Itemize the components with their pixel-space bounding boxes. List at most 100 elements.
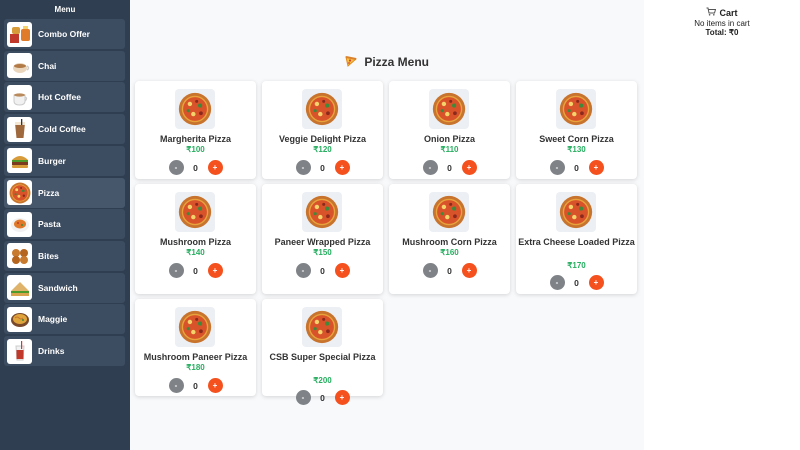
pizza-image <box>429 192 469 232</box>
cart-total: Total: ₹0 <box>705 28 739 37</box>
maggie-icon <box>7 306 32 332</box>
decrease-quantity-button[interactable]: - <box>168 160 184 175</box>
decrease-quantity-button[interactable]: - <box>295 160 311 175</box>
hot-coffee-icon <box>7 84 32 110</box>
product-card: Extra Cheese Loaded Pizza ₹170-0 + <box>516 184 637 294</box>
quantity-stepper: -0 + <box>389 160 510 175</box>
product-price: ₹180 <box>186 363 205 372</box>
chai-icon <box>7 53 32 79</box>
cold-coffee-icon <box>7 116 32 142</box>
product-price: ₹120 <box>313 145 332 154</box>
quantity-count: 0 <box>574 162 579 173</box>
product-card: Onion Pizza ₹110-0 + <box>389 81 510 179</box>
quantity-count: 0 <box>574 277 579 288</box>
decrease-quantity-button[interactable]: - <box>422 160 438 175</box>
sidebar-item-pizza[interactable]: Pizza <box>4 177 125 208</box>
sidebar-item-label: Drinks <box>38 346 65 356</box>
decrease-quantity-button[interactable]: - <box>422 263 438 278</box>
increase-quantity-button[interactable]: + <box>461 263 477 278</box>
product-card: Sweet Corn Pizza ₹130-0 + <box>516 81 637 179</box>
decrease-quantity-button[interactable]: - <box>168 378 184 393</box>
decrease-quantity-button[interactable]: - <box>549 275 565 290</box>
sidebar-item-label: Burger <box>38 155 66 166</box>
quantity-stepper: -0 + <box>389 263 510 278</box>
quantity-count: 0 <box>320 162 325 173</box>
decrease-quantity-button[interactable]: - <box>549 160 565 175</box>
product-name: CSB Super Special Pizza <box>269 352 376 362</box>
cart-title-text: Cart <box>719 7 738 18</box>
sidebar-item-burger[interactable]: Burger <box>4 145 125 176</box>
quantity-stepper: -0 + <box>262 160 383 175</box>
pizza-image <box>556 89 596 129</box>
sidebar-item-sandwich[interactable]: Sandwich <box>4 272 125 303</box>
sidebar-item-drinks[interactable]: Drinks <box>4 336 125 366</box>
product-name: Onion Pizza <box>423 134 475 144</box>
page-title-text: Pizza Menu <box>364 55 430 69</box>
quantity-stepper: -0 + <box>135 263 256 278</box>
product-price: ₹200 <box>313 376 332 385</box>
page-title: Pizza Menu <box>130 55 644 70</box>
product-name: Paneer Wrapped Pizza <box>274 237 371 247</box>
quantity-stepper: -0 + <box>262 263 383 278</box>
pizza-image <box>556 192 596 232</box>
quantity-stepper: -0 + <box>135 160 256 175</box>
pasta-icon <box>7 211 32 237</box>
increase-quantity-button[interactable]: + <box>588 275 604 290</box>
decrease-quantity-button[interactable]: - <box>168 263 184 278</box>
combo-icon <box>7 21 32 47</box>
quantity-count: 0 <box>447 162 452 173</box>
pizza-image <box>175 192 215 232</box>
increase-quantity-button[interactable]: + <box>588 160 604 175</box>
increase-quantity-button[interactable]: + <box>207 160 223 175</box>
quantity-count: 0 <box>447 265 452 276</box>
sidebar-item-hot-coffee[interactable]: Hot Coffee <box>4 82 125 113</box>
decrease-quantity-button[interactable]: - <box>295 390 311 405</box>
product-card: CSB Super Special Pizza ₹200-0 + <box>262 299 383 405</box>
pizza-slice-icon <box>345 56 358 70</box>
sidebar-item-label: Pasta <box>38 219 61 230</box>
sidebar-item-label: Maggie <box>38 314 68 325</box>
product-card: Margherita Pizza ₹100-0 + <box>135 81 256 179</box>
main-content: Pizza Menu Margherita Pizza ₹100-0 + Veggie… <box>130 0 644 450</box>
increase-quantity-button[interactable]: + <box>334 160 350 175</box>
product-name: Mushroom Paneer Pizza <box>143 352 248 362</box>
sidebar-item-bites[interactable]: Bites <box>4 240 125 271</box>
sidebar-item-maggie[interactable]: Maggie <box>4 304 125 335</box>
pizza-icon <box>7 180 32 205</box>
sidebar-item-combo-offer[interactable]: Combo Offer <box>4 19 125 49</box>
product-card: Paneer Wrapped Pizza ₹150 -0 + <box>262 184 383 294</box>
product-price: ₹150 <box>313 248 332 257</box>
pizza-image <box>429 89 469 129</box>
increase-quantity-button[interactable]: + <box>207 263 223 278</box>
cart-empty-text: No items in cart <box>694 19 750 28</box>
product-price: ₹160 <box>440 248 459 257</box>
product-name: Mushroom Pizza <box>159 237 231 247</box>
sidebar-item-label: Combo Offer <box>38 29 90 39</box>
sidebar-item-label: Sandwich <box>38 282 78 293</box>
pizza-image <box>302 89 342 129</box>
quantity-count: 0 <box>193 265 198 276</box>
burger-icon <box>7 148 32 174</box>
pizza-image <box>175 89 215 129</box>
increase-quantity-button[interactable]: + <box>334 263 350 278</box>
sidebar-item-pasta[interactable]: Pasta <box>4 209 125 240</box>
cart-icon <box>706 7 717 18</box>
quantity-stepper: -0 + <box>135 378 256 393</box>
sidebar-item-chai[interactable]: Chai <box>4 50 125 81</box>
product-card: Mushroom Paneer Pizza ₹180 -0 + <box>135 299 256 396</box>
increase-quantity-button[interactable]: + <box>461 160 477 175</box>
sidebar-item-label: Bites <box>38 250 59 261</box>
decrease-quantity-button[interactable]: - <box>295 263 311 278</box>
sidebar-item-label: Pizza <box>38 187 60 198</box>
product-price: ₹110 <box>440 145 459 154</box>
product-price: ₹130 <box>567 145 586 154</box>
quantity-count: 0 <box>320 392 325 403</box>
increase-quantity-button[interactable]: + <box>334 390 350 405</box>
bites-icon <box>7 243 32 269</box>
product-name: Veggie Delight Pizza <box>278 134 367 144</box>
product-name: Margherita Pizza <box>159 134 232 144</box>
sidebar-item-cold-coffee[interactable]: Cold Coffee <box>4 114 125 145</box>
increase-quantity-button[interactable]: + <box>207 378 223 393</box>
product-card: Mushroom Corn Pizza ₹160-0 + <box>389 184 510 294</box>
sidebar: Menu Combo Offer Chai Hot Coffee Cold Coffe… <box>0 0 130 450</box>
